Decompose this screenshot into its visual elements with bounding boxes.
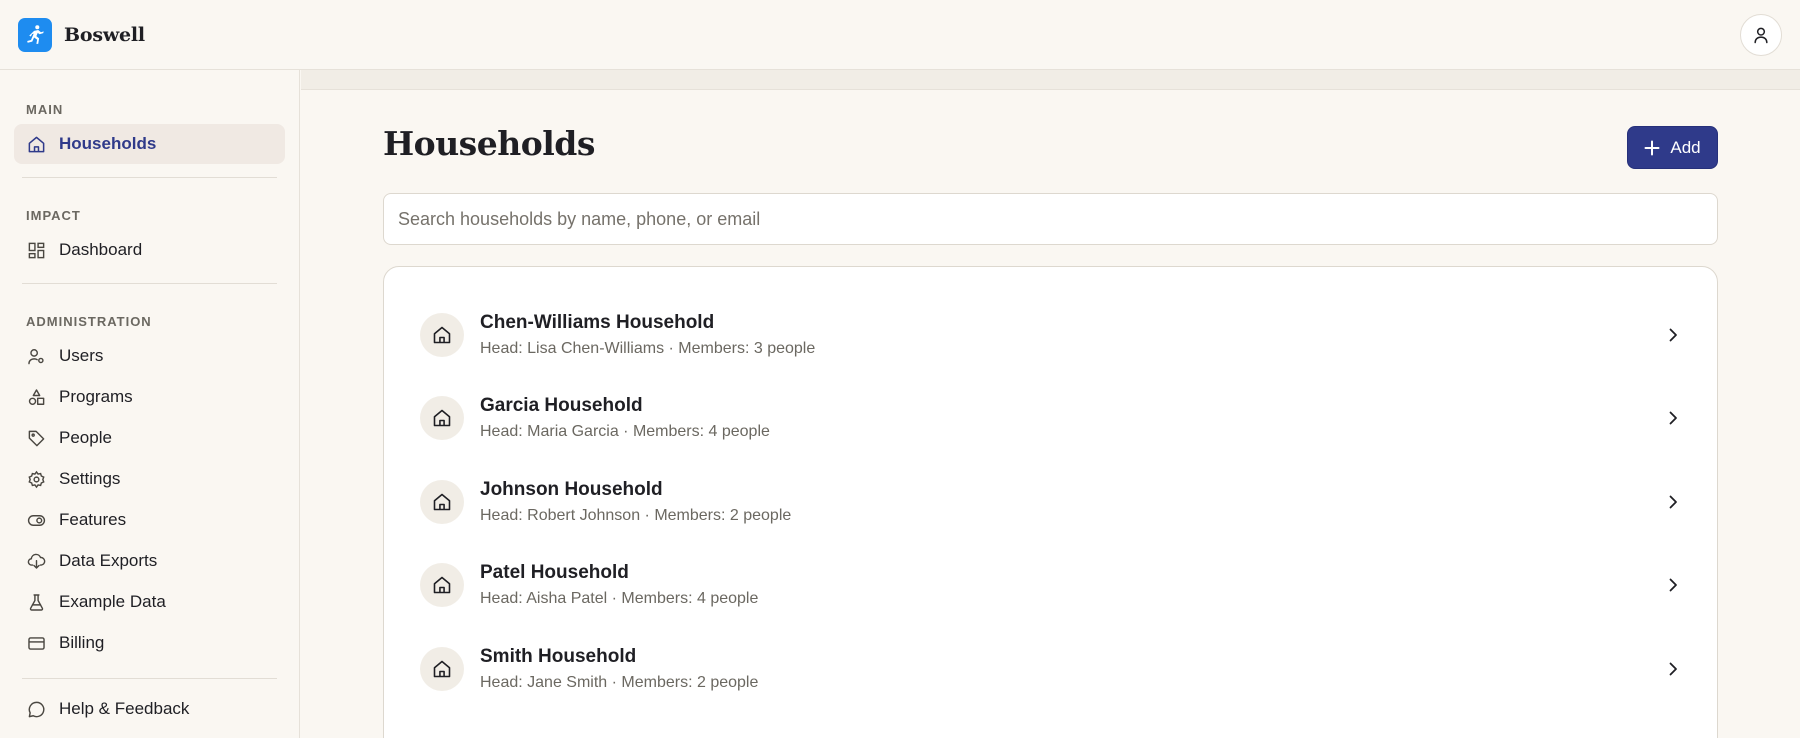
- app-logo[interactable]: [18, 17, 52, 52]
- chevron-right-icon: [1667, 578, 1679, 592]
- home-icon: [420, 396, 464, 441]
- sidebar-item-dashboard[interactable]: Dashboard: [14, 230, 285, 270]
- sidebar-item-label: Dashboard: [59, 240, 143, 259]
- top-bar: Boswell: [0, 0, 1800, 70]
- home-icon: [420, 646, 464, 691]
- sidebar-item-help-feedback[interactable]: Help & Feedback: [14, 689, 285, 729]
- sidebar-item-example-data[interactable]: Example Data: [14, 582, 285, 622]
- sidebar-item-people[interactable]: People: [14, 418, 285, 458]
- sidebar-item-label: Features: [59, 510, 127, 529]
- household-details: Head: Lisa Chen-Williams · Members: 3 pe…: [480, 339, 816, 357]
- household-row[interactable]: Garcia Household Head: Maria Garcia · Me…: [384, 377, 1717, 461]
- household-row[interactable]: Patel Household Head: Aisha Patel · Memb…: [384, 544, 1717, 628]
- household-row[interactable]: Chen-Williams Household Head: Lisa Chen-…: [384, 293, 1717, 377]
- households-list: Chen-Williams Household Head: Lisa Chen-…: [383, 266, 1718, 738]
- sidebar: MAIN Households IMPACT Dashboard ADMINIS…: [0, 70, 300, 738]
- sidebar-item-label: Data Exports: [59, 551, 158, 570]
- chevron-right-icon: [1667, 662, 1679, 676]
- household-name: Patel Household: [480, 562, 629, 584]
- user-icon: [1754, 27, 1768, 44]
- household-details: Head: Jane Smith · Members: 2 people: [480, 673, 759, 691]
- section-label-impact: IMPACT: [26, 208, 81, 223]
- add-button-label: Add: [1670, 137, 1701, 157]
- household-details: Head: Aisha Patel · Members: 4 people: [480, 590, 759, 608]
- sidebar-item-households[interactable]: Households: [14, 124, 285, 164]
- toggle-icon: [26, 510, 46, 530]
- household-details: Head: Robert Johnson · Members: 2 people: [480, 506, 792, 524]
- household-name: Chen-Williams Household: [480, 311, 715, 333]
- sidebar-item-label: Households: [59, 134, 157, 153]
- page-title: Households: [383, 124, 595, 163]
- sidebar-item-features[interactable]: Features: [14, 500, 285, 540]
- home-icon: [420, 563, 464, 608]
- home-icon: [420, 479, 464, 524]
- sidebar-item-data-exports[interactable]: Data Exports: [14, 541, 285, 581]
- sidebar-item-label: Users: [59, 346, 104, 365]
- sidebar-item-programs[interactable]: Programs: [14, 377, 285, 417]
- sidebar-item-billing[interactable]: Billing: [14, 623, 285, 663]
- sidebar-item-users[interactable]: Users: [14, 336, 285, 376]
- flask-icon: [26, 592, 46, 612]
- home-icon: [26, 134, 46, 154]
- chevron-right-icon: [1667, 328, 1679, 342]
- household-details: Head: Maria Garcia · Members: 4 people: [480, 423, 770, 441]
- gear-icon: [26, 469, 46, 489]
- tag-icon: [26, 428, 46, 448]
- sidebar-item-settings[interactable]: Settings: [14, 459, 285, 499]
- add-household-button[interactable]: Add: [1627, 126, 1718, 169]
- chevron-right-icon: [1667, 495, 1679, 509]
- section-label-administration: ADMINISTRATION: [26, 314, 152, 329]
- sidebar-item-label: People: [59, 428, 112, 447]
- household-row[interactable]: Smith Household Head: Jane Smith · Membe…: [384, 627, 1717, 711]
- dashboard-icon: [26, 240, 46, 260]
- shapes-icon: [26, 387, 46, 407]
- sidebar-item-label: Programs: [59, 387, 133, 406]
- section-label-main: MAIN: [26, 102, 64, 117]
- user-menu-button[interactable]: [1740, 14, 1782, 56]
- sidebar-item-label: Billing: [59, 633, 105, 652]
- household-row[interactable]: Johnson Household Head: Robert Johnson ·…: [384, 460, 1717, 544]
- chat-bubble-icon: [26, 699, 46, 719]
- sidebar-item-label: Settings: [59, 469, 121, 488]
- cloud-download-icon: [26, 551, 46, 571]
- household-name: Smith Household: [480, 645, 637, 667]
- sidebar-item-label: Example Data: [59, 592, 166, 611]
- runner-logo-icon: [27, 24, 44, 44]
- user-cog-icon: [26, 346, 46, 366]
- home-icon: [420, 312, 464, 357]
- plus-icon: [1644, 140, 1660, 156]
- credit-card-icon: [26, 633, 46, 653]
- chevron-right-icon: [1667, 411, 1679, 425]
- household-name: Garcia Household: [480, 395, 643, 417]
- household-name: Johnson Household: [480, 478, 663, 500]
- sub-header-bar: [301, 70, 1800, 90]
- sidebar-item-label: Help & Feedback: [59, 699, 190, 718]
- app-name: Boswell: [64, 23, 145, 46]
- search-input[interactable]: [383, 193, 1718, 245]
